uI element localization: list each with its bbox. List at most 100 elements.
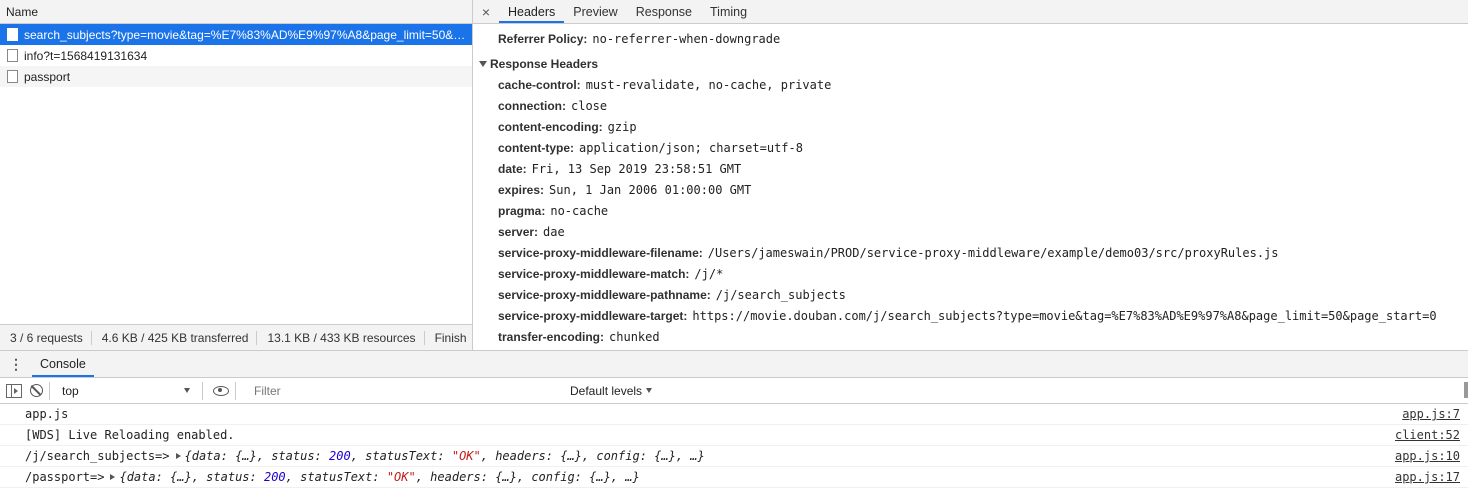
tab-headers[interactable]: Headers	[499, 0, 565, 23]
request-row-passport[interactable]: passport	[0, 66, 472, 87]
request-name: search_subjects?type=movie&tag=%E7%83%AD…	[24, 27, 469, 42]
close-icon[interactable]: ×	[473, 0, 499, 23]
toolbar-divider	[202, 381, 203, 400]
network-summary-bar: 3 / 6 requests 4.6 KB / 425 KB transferr…	[0, 324, 472, 350]
response-header-row: connection: close	[473, 95, 1468, 116]
toolbar-divider	[49, 381, 50, 400]
tab-timing[interactable]: Timing	[701, 0, 756, 23]
context-value: top	[62, 383, 79, 398]
header-value: close	[571, 98, 608, 113]
tab-response[interactable]: Response	[627, 0, 701, 23]
source-link[interactable]: client:52	[1395, 428, 1460, 442]
message-text: app.js	[25, 407, 69, 421]
console-toolbar: top Default levels	[0, 378, 1468, 404]
log-levels-dropdown[interactable]: Default levels	[570, 384, 653, 398]
request-count: 3 / 6 requests	[0, 330, 92, 345]
referrer-policy-row: Referrer Policy: no-referrer-when-downgr…	[473, 28, 1468, 49]
response-header-row: expires: Sun, 1 Jan 2006 01:00:00 GMT	[473, 179, 1468, 200]
console-drawer: ⋮ Console top Default levels app.js app.…	[0, 350, 1468, 497]
header-value: chunked	[609, 329, 660, 344]
header-value: /j/*	[694, 266, 724, 281]
header-key: service-proxy-middleware-match:	[498, 266, 690, 281]
clear-console-icon[interactable]	[30, 384, 43, 397]
header-value: application/json; charset=utf-8	[579, 140, 803, 155]
header-key: server:	[498, 224, 539, 239]
name-column-header[interactable]: Name	[0, 0, 472, 24]
message-text: [WDS] Live Reloading enabled.	[25, 428, 235, 442]
chevron-down-icon	[646, 388, 653, 393]
resources-size: 13.1 KB / 433 KB resources	[257, 330, 425, 345]
header-key: expires:	[498, 182, 545, 197]
header-key: service-proxy-middleware-target:	[498, 308, 688, 323]
finish-time: Finish	[434, 330, 467, 345]
header-key: service-proxy-middleware-pathname:	[498, 287, 711, 302]
tab-preview[interactable]: Preview	[564, 0, 626, 23]
response-header-row: content-type: application/json; charset=u…	[473, 137, 1468, 158]
more-options-icon[interactable]: ⋮	[0, 351, 32, 377]
filter-input[interactable]	[248, 380, 562, 401]
status-number: 200	[329, 449, 351, 463]
message-prefix: /passport=>	[25, 470, 105, 484]
request-name: passport	[24, 69, 71, 84]
detail-tabs: × Headers Preview Response Timing	[473, 0, 1468, 24]
header-key: connection:	[498, 98, 566, 113]
header-key: pragma:	[498, 203, 546, 218]
status-text-string: "OK"	[386, 470, 416, 484]
response-headers-section[interactable]: Response Headers	[473, 53, 1468, 74]
toolbar-divider	[235, 381, 236, 400]
source-link[interactable]: app.js:10	[1395, 449, 1460, 463]
object-preview-part: {data: {…}, status:	[119, 470, 264, 484]
document-icon	[7, 49, 18, 62]
header-value: /Users/jameswain/PROD/service-proxy-midd…	[707, 245, 1279, 260]
object-preview-part: , headers: {…}, config: {…}, …}	[415, 470, 640, 484]
response-header-row: cache-control: must-revalidate, no-cache,…	[473, 74, 1468, 95]
message-text: /passport=> {data: {…}, status: 200, stat…	[25, 470, 1395, 484]
header-value: no-referrer-when-downgrade	[592, 31, 781, 46]
header-key: cache-control:	[498, 77, 581, 92]
show-sidebar-icon[interactable]	[6, 383, 22, 398]
object-preview-part: , statusText:	[350, 449, 452, 463]
object-preview[interactable]: {data: {…}, status: 200, statusText: "OK…	[185, 449, 705, 463]
drawer-tabs: ⋮ Console	[0, 351, 1468, 378]
request-row-search-subjects[interactable]: search_subjects?type=movie&tag=%E7%83%AD…	[0, 24, 472, 45]
header-value: no-cache	[550, 203, 609, 218]
message-text: /j/search_subjects=> {data: {…}, status: …	[25, 449, 1395, 463]
console-message: /j/search_subjects=> {data: {…}, status: …	[0, 446, 1468, 467]
request-detail-pane: × Headers Preview Response Timing Referr…	[473, 0, 1468, 350]
source-link[interactable]: app.js:17	[1395, 470, 1460, 484]
live-expression-eye-icon[interactable]	[213, 385, 229, 396]
expand-object-icon[interactable]	[175, 453, 181, 459]
response-headers-list: cache-control: must-revalidate, no-cache,…	[473, 74, 1468, 347]
header-key: date:	[498, 161, 527, 176]
request-list-pane: Name search_subjects?type=movie&tag=%E7%…	[0, 0, 473, 350]
header-value: must-revalidate, no-cache, private	[585, 77, 832, 92]
header-value: Sun, 1 Jan 2006 01:00:00 GMT	[549, 182, 752, 197]
expand-object-icon[interactable]	[110, 474, 116, 480]
header-value: dae	[543, 224, 565, 239]
expand-triangle-icon	[479, 60, 487, 67]
console-message: app.js app.js:7	[0, 404, 1468, 425]
transferred-size: 4.6 KB / 425 KB transferred	[92, 330, 258, 345]
chevron-down-icon	[184, 388, 190, 393]
request-row-info[interactable]: info?t=1568419131634	[0, 45, 472, 66]
header-value: gzip	[607, 119, 637, 134]
header-value: https://movie.douban.com/j/search_subjec…	[692, 308, 1437, 323]
header-value: /j/search_subjects	[715, 287, 846, 302]
tab-console[interactable]: Console	[32, 351, 94, 377]
document-icon	[7, 28, 18, 41]
response-header-row: date: Fri, 13 Sep 2019 23:58:51 GMT	[473, 158, 1468, 179]
console-settings-icon[interactable]	[1464, 382, 1468, 398]
context-selector[interactable]: top	[56, 384, 196, 398]
object-preview[interactable]: {data: {…}, status: 200, statusText: "OK…	[119, 470, 639, 484]
header-key: Referrer Policy:	[498, 31, 588, 46]
object-preview-part: , headers: {…}, config: {…}, …}	[480, 449, 705, 463]
console-message: /passport=> {data: {…}, status: 200, stat…	[0, 467, 1468, 488]
response-header-row: content-encoding: gzip	[473, 116, 1468, 137]
message-prefix: /j/search_subjects=>	[25, 449, 170, 463]
response-header-row: service-proxy-middleware-match: /j/*	[473, 263, 1468, 284]
object-preview-part: , statusText:	[285, 470, 387, 484]
header-value: Fri, 13 Sep 2019 23:58:51 GMT	[531, 161, 742, 176]
source-link[interactable]: app.js:7	[1402, 407, 1460, 421]
section-title-text: Response Headers	[490, 56, 599, 71]
object-preview-part: {data: {…}, status:	[184, 449, 329, 463]
